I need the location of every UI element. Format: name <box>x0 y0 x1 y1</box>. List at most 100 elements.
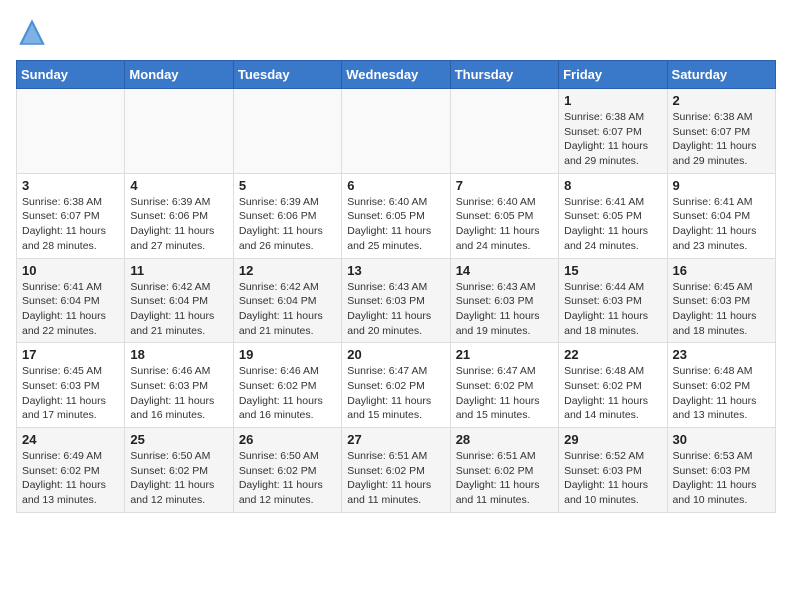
calendar-week-row: 10 Sunrise: 6:41 AM Sunset: 6:04 PM Dayli… <box>17 258 776 343</box>
weekday-header: Wednesday <box>342 61 450 89</box>
logo <box>16 16 52 48</box>
calendar-cell: 16 Sunrise: 6:45 AM Sunset: 6:03 PM Dayli… <box>667 258 775 343</box>
day-info: Sunrise: 6:48 AM Sunset: 6:02 PM Dayligh… <box>564 364 661 423</box>
calendar-cell: 23Sunrise: 6:48 AM Sunset: 6:02 PM Dayli… <box>667 343 775 428</box>
weekday-header: Saturday <box>667 61 775 89</box>
day-info: Sunrise: 6:47 AM Sunset: 6:02 PM Dayligh… <box>456 364 553 423</box>
calendar-cell: 27 Sunrise: 6:51 AM Sunset: 6:02 PM Dayli… <box>342 428 450 513</box>
day-number: 7 <box>456 178 553 193</box>
day-info: Sunrise: 6:45 AM Sunset: 6:03 PM Dayligh… <box>673 280 770 339</box>
day-number: 20 <box>347 347 444 362</box>
day-number: 13 <box>347 263 444 278</box>
day-info: Sunrise: 6:52 AM Sunset: 6:03 PM Dayligh… <box>564 449 661 508</box>
weekday-header: Monday <box>125 61 233 89</box>
calendar-week-row: 1 Sunrise: 6:38 AM Sunset: 6:07 PM Daylig… <box>17 89 776 174</box>
day-number: 25 <box>130 432 227 447</box>
day-number: 9 <box>673 178 770 193</box>
calendar-cell: 21 Sunrise: 6:47 AM Sunset: 6:02 PM Dayli… <box>450 343 558 428</box>
day-info: Sunrise: 6:50 AM Sunset: 6:02 PM Dayligh… <box>130 449 227 508</box>
calendar-cell: 30 Sunrise: 6:53 AM Sunset: 6:03 PM Dayli… <box>667 428 775 513</box>
day-number: 28 <box>456 432 553 447</box>
calendar-cell: 28 Sunrise: 6:51 AM Sunset: 6:02 PM Dayli… <box>450 428 558 513</box>
weekday-header-row: SundayMondayTuesdayWednesdayThursdayFrid… <box>17 61 776 89</box>
day-number: 1 <box>564 93 661 108</box>
day-info: Sunrise: 6:50 AM Sunset: 6:02 PM Dayligh… <box>239 449 336 508</box>
day-info: Sunrise: 6:51 AM Sunset: 6:02 PM Dayligh… <box>347 449 444 508</box>
calendar-cell: 2 Sunrise: 6:38 AM Sunset: 6:07 PM Daylig… <box>667 89 775 174</box>
calendar-cell: 20 Sunrise: 6:47 AM Sunset: 6:02 PM Dayli… <box>342 343 450 428</box>
calendar-week-row: 3 Sunrise: 6:38 AM Sunset: 6:07 PM Daylig… <box>17 173 776 258</box>
day-number: 17 <box>22 347 119 362</box>
calendar-cell: 22 Sunrise: 6:48 AM Sunset: 6:02 PM Dayli… <box>559 343 667 428</box>
day-info: Sunrise: 6:49 AM Sunset: 6:02 PM Dayligh… <box>22 449 119 508</box>
calendar-cell: 3 Sunrise: 6:38 AM Sunset: 6:07 PM Daylig… <box>17 173 125 258</box>
calendar-table: SundayMondayTuesdayWednesdayThursdayFrid… <box>16 60 776 513</box>
day-number: 5 <box>239 178 336 193</box>
day-number: 6 <box>347 178 444 193</box>
page-header <box>16 16 776 48</box>
day-number: 19 <box>239 347 336 362</box>
day-info: Sunrise: 6:51 AM Sunset: 6:02 PM Dayligh… <box>456 449 553 508</box>
day-info: Sunrise: 6:53 AM Sunset: 6:03 PM Dayligh… <box>673 449 770 508</box>
calendar-cell <box>125 89 233 174</box>
day-number: 21 <box>456 347 553 362</box>
day-number: 10 <box>22 263 119 278</box>
day-info: Sunrise: 6:42 AM Sunset: 6:04 PM Dayligh… <box>239 280 336 339</box>
calendar-cell: 8Sunrise: 6:41 AM Sunset: 6:05 PM Daylig… <box>559 173 667 258</box>
calendar-cell: 6 Sunrise: 6:40 AM Sunset: 6:05 PM Daylig… <box>342 173 450 258</box>
day-info: Sunrise: 6:46 AM Sunset: 6:03 PM Dayligh… <box>130 364 227 423</box>
weekday-header: Thursday <box>450 61 558 89</box>
day-number: 14 <box>456 263 553 278</box>
day-info: Sunrise: 6:48 AM Sunset: 6:02 PM Dayligh… <box>673 364 770 423</box>
calendar-cell <box>450 89 558 174</box>
day-info: Sunrise: 6:41 AM Sunset: 6:04 PM Dayligh… <box>22 280 119 339</box>
calendar-cell: 15 Sunrise: 6:44 AM Sunset: 6:03 PM Dayli… <box>559 258 667 343</box>
day-number: 27 <box>347 432 444 447</box>
day-info: Sunrise: 6:38 AM Sunset: 6:07 PM Dayligh… <box>673 110 770 169</box>
day-info: Sunrise: 6:40 AM Sunset: 6:05 PM Dayligh… <box>347 195 444 254</box>
day-number: 24 <box>22 432 119 447</box>
calendar-week-row: 17 Sunrise: 6:45 AM Sunset: 6:03 PM Dayli… <box>17 343 776 428</box>
calendar-cell: 4Sunrise: 6:39 AM Sunset: 6:06 PM Daylig… <box>125 173 233 258</box>
day-number: 3 <box>22 178 119 193</box>
calendar-cell: 7 Sunrise: 6:40 AM Sunset: 6:05 PM Daylig… <box>450 173 558 258</box>
calendar-cell: 25 Sunrise: 6:50 AM Sunset: 6:02 PM Dayli… <box>125 428 233 513</box>
calendar-cell: 14 Sunrise: 6:43 AM Sunset: 6:03 PM Dayli… <box>450 258 558 343</box>
calendar-week-row: 24 Sunrise: 6:49 AM Sunset: 6:02 PM Dayli… <box>17 428 776 513</box>
calendar-cell <box>17 89 125 174</box>
calendar-cell: 10 Sunrise: 6:41 AM Sunset: 6:04 PM Dayli… <box>17 258 125 343</box>
day-number: 30 <box>673 432 770 447</box>
day-number: 16 <box>673 263 770 278</box>
calendar-cell <box>342 89 450 174</box>
day-number: 22 <box>564 347 661 362</box>
day-info: Sunrise: 6:39 AM Sunset: 6:06 PM Dayligh… <box>239 195 336 254</box>
day-info: Sunrise: 6:43 AM Sunset: 6:03 PM Dayligh… <box>456 280 553 339</box>
day-info: Sunrise: 6:38 AM Sunset: 6:07 PM Dayligh… <box>564 110 661 169</box>
day-info: Sunrise: 6:40 AM Sunset: 6:05 PM Dayligh… <box>456 195 553 254</box>
day-number: 2 <box>673 93 770 108</box>
weekday-header: Sunday <box>17 61 125 89</box>
calendar-cell: 5 Sunrise: 6:39 AM Sunset: 6:06 PM Daylig… <box>233 173 341 258</box>
day-info: Sunrise: 6:42 AM Sunset: 6:04 PM Dayligh… <box>130 280 227 339</box>
day-number: 15 <box>564 263 661 278</box>
day-info: Sunrise: 6:45 AM Sunset: 6:03 PM Dayligh… <box>22 364 119 423</box>
calendar-cell: 11 Sunrise: 6:42 AM Sunset: 6:04 PM Dayli… <box>125 258 233 343</box>
day-number: 11 <box>130 263 227 278</box>
calendar-cell: 17 Sunrise: 6:45 AM Sunset: 6:03 PM Dayli… <box>17 343 125 428</box>
calendar-cell: 29Sunrise: 6:52 AM Sunset: 6:03 PM Dayli… <box>559 428 667 513</box>
weekday-header: Friday <box>559 61 667 89</box>
day-number: 18 <box>130 347 227 362</box>
day-info: Sunrise: 6:46 AM Sunset: 6:02 PM Dayligh… <box>239 364 336 423</box>
day-info: Sunrise: 6:41 AM Sunset: 6:04 PM Dayligh… <box>673 195 770 254</box>
calendar-cell: 18 Sunrise: 6:46 AM Sunset: 6:03 PM Dayli… <box>125 343 233 428</box>
day-number: 8 <box>564 178 661 193</box>
day-info: Sunrise: 6:38 AM Sunset: 6:07 PM Dayligh… <box>22 195 119 254</box>
day-info: Sunrise: 6:44 AM Sunset: 6:03 PM Dayligh… <box>564 280 661 339</box>
day-number: 26 <box>239 432 336 447</box>
calendar-cell: 19 Sunrise: 6:46 AM Sunset: 6:02 PM Dayli… <box>233 343 341 428</box>
day-info: Sunrise: 6:39 AM Sunset: 6:06 PM Dayligh… <box>130 195 227 254</box>
weekday-header: Tuesday <box>233 61 341 89</box>
day-info: Sunrise: 6:47 AM Sunset: 6:02 PM Dayligh… <box>347 364 444 423</box>
calendar-cell: 1 Sunrise: 6:38 AM Sunset: 6:07 PM Daylig… <box>559 89 667 174</box>
calendar-cell <box>233 89 341 174</box>
